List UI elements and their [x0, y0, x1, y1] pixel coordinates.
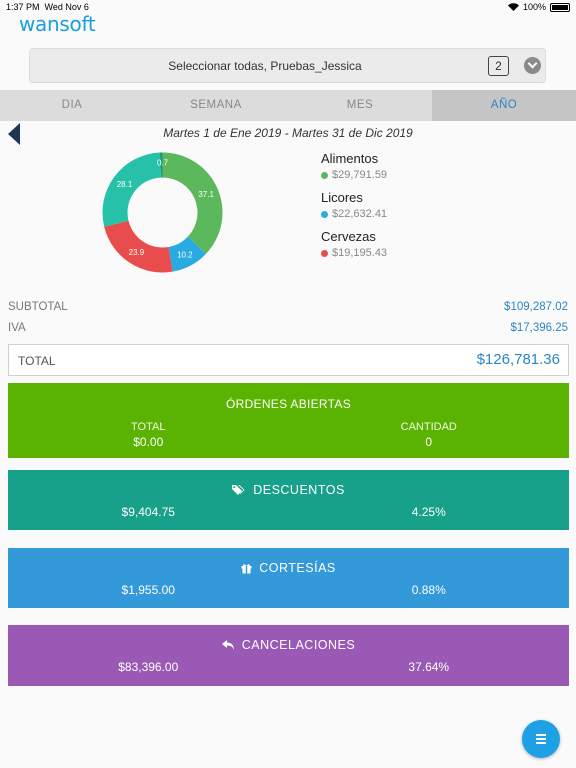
subtotal-label: SUBTOTAL [8, 301, 68, 313]
legend-dot-icon [321, 210, 328, 218]
cancellations-card[interactable]: CANCELACIONES $83,396.00 37.64% [8, 625, 569, 686]
discounts-values: $9,404.75 4.25% [8, 505, 569, 519]
legend-dot-icon [321, 171, 328, 179]
total-row: TOTAL $126,781.36 [8, 344, 569, 376]
discounts-amount: $9,404.75 [121, 505, 175, 519]
courtesies-amount: $1,955.00 [121, 583, 175, 597]
status-time-date: 1:37 PM Wed Nov 6 [6, 2, 89, 12]
donut-slice-0 [162, 152, 223, 254]
undo-icon [221, 639, 234, 650]
donut-slice-3 [102, 152, 161, 227]
tab-ano[interactable]: AÑO [432, 90, 576, 121]
open-orders-total-label: TOTAL [131, 421, 166, 433]
discounts-percent: 4.25% [411, 505, 446, 519]
tags-icon [232, 485, 245, 495]
wansoft-logo: wansoft [19, 12, 96, 36]
donut-label-3: 28.1 [117, 180, 133, 189]
donut-label-1: 10.2 [177, 250, 193, 259]
legend-dot-icon [321, 249, 328, 257]
legend-item-alimentos: Alimentos $29,791.59 [321, 151, 387, 183]
cancellations-values: $83,396.00 37.64% [8, 660, 569, 674]
legend-value: $22,632.41 [332, 208, 388, 220]
open-orders-count: CANTIDAD 0 [289, 421, 570, 449]
open-orders-values: TOTAL $0.00 CANTIDAD 0 [8, 421, 569, 449]
courtesies-header: CORTESÍAS [8, 548, 569, 575]
chart-legend: Alimentos $29,791.59 Licores $22,632.41 … [321, 151, 387, 268]
subtotal-value: $109,287.02 [504, 301, 568, 313]
legend-value-row: $22,632.41 [321, 206, 387, 222]
courtesies-card[interactable]: CORTESÍAS $1,955.00 0.88% [8, 548, 569, 608]
status-date: Wed Nov 6 [44, 2, 89, 12]
discounts-header: DESCUENTOS [8, 470, 569, 497]
tab-dia[interactable]: DIA [0, 90, 144, 121]
chevron-down-icon[interactable] [524, 57, 541, 74]
date-range: Martes 1 de Ene 2019 - Martes 31 de Dic … [163, 126, 413, 140]
cancellations-header: CANCELACIONES [8, 625, 569, 652]
donut-slice-2 [104, 220, 173, 273]
courtesies-title: CORTESÍAS [259, 561, 336, 575]
battery-icon [550, 2, 570, 12]
donut-label-0: 37.1 [198, 190, 214, 199]
open-orders-total-value: $0.00 [133, 435, 164, 449]
open-orders-count-value: 0 [425, 435, 433, 449]
total-label: TOTAL [18, 354, 56, 368]
legend-value: $19,195.43 [332, 247, 388, 259]
wifi-icon [507, 3, 519, 11]
period-tabs: DIA SEMANA MES AÑO [0, 90, 576, 121]
legend-value-row: $29,791.59 [321, 167, 387, 183]
tab-semana[interactable]: SEMANA [144, 90, 288, 121]
cancellations-amount: $83,396.00 [118, 660, 179, 674]
status-time: 1:37 PM [6, 2, 40, 12]
gift-icon [241, 563, 252, 573]
legend-name: Alimentos [321, 151, 379, 166]
iva-value: $17,396.25 [510, 322, 568, 334]
open-orders-card[interactable]: ÓRDENES ABIERTAS TOTAL $0.00 CANTIDAD 0 [8, 383, 569, 458]
discounts-card[interactable]: DESCUENTOS $9,404.75 4.25% [8, 470, 569, 530]
cancellations-percent: 37.64% [408, 660, 450, 674]
legend-name: Cervezas [321, 229, 376, 244]
courtesies-values: $1,955.00 0.88% [8, 583, 569, 597]
legend-value-row: $19,195.43 [321, 245, 387, 261]
donut-label-4: 0.7 [157, 159, 169, 168]
legend-item-cervezas: Cervezas $19,195.43 [321, 229, 387, 261]
selector-text: Seleccionar todas, Pruebas_Jessica [168, 59, 362, 73]
selected-count-badge: 2 [488, 56, 509, 76]
total-value: $126,781.36 [476, 351, 560, 368]
courtesies-percent: 0.88% [411, 583, 446, 597]
open-orders-count-label: CANTIDAD [400, 421, 457, 433]
legend-name: Licores [321, 190, 363, 205]
menu-fab-button[interactable] [522, 720, 560, 758]
tab-mes[interactable]: MES [288, 90, 432, 121]
branch-selector[interactable]: Seleccionar todas, Pruebas_Jessica 2 [29, 48, 546, 83]
discounts-title: DESCUENTOS [253, 483, 345, 497]
legend-value: $29,791.59 [332, 169, 388, 181]
sales-donut-chart: 37.1 10.2 23.9 28.1 0.7 [102, 152, 223, 273]
status-indicators: 100% [507, 2, 570, 12]
battery-percent: 100% [522, 2, 546, 12]
cancellations-title: CANCELACIONES [241, 638, 356, 652]
open-orders-title: ÓRDENES ABIERTAS [225, 397, 352, 411]
legend-item-licores: Licores $22,632.41 [321, 190, 387, 222]
open-orders-total: TOTAL $0.00 [8, 421, 289, 449]
donut-label-2: 23.9 [129, 248, 145, 257]
iva-label: IVA [8, 322, 26, 334]
